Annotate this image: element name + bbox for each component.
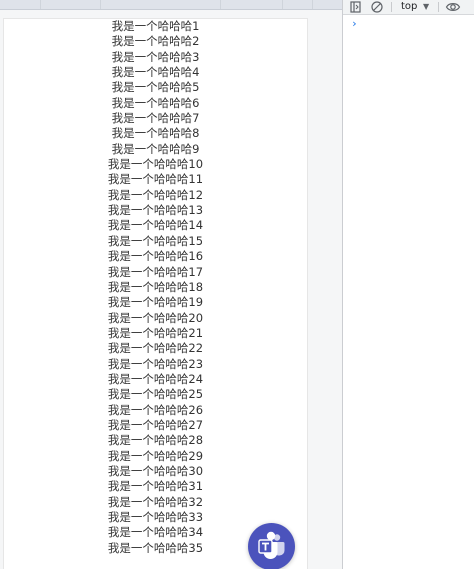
strip-segment	[220, 0, 283, 9]
list-item: 我是一个哈哈哈2	[111, 34, 200, 49]
list-item: 我是一个哈哈哈4	[111, 65, 200, 80]
devtools-panel: top ▼ ›	[343, 0, 474, 569]
list-item: 我是一个哈哈哈14	[107, 218, 204, 233]
list-item: 我是一个哈哈哈32	[107, 494, 204, 509]
list-item: 我是一个哈哈哈5	[111, 80, 200, 95]
list-item: 我是一个哈哈哈3	[111, 49, 200, 64]
context-selector[interactable]: top	[401, 0, 417, 14]
console-toolbar: top ▼	[343, 0, 474, 15]
strip-segment	[40, 0, 101, 9]
toolbar-separator	[391, 2, 392, 12]
list-item: 我是一个哈哈哈30	[107, 463, 204, 478]
console-prompt[interactable]: ›	[351, 17, 358, 30]
sidebar-toggle-icon[interactable]	[349, 0, 363, 14]
list-item: 我是一个哈哈哈13	[107, 203, 204, 218]
list-item: 我是一个哈哈哈6	[111, 95, 200, 110]
list-item: 我是一个哈哈哈17	[107, 264, 204, 279]
list-item: 我是一个哈哈哈9	[111, 141, 200, 156]
list-item: 我是一个哈哈哈24	[107, 371, 204, 386]
list-item: 我是一个哈哈哈20	[107, 310, 204, 325]
text-list[interactable]: 我是一个哈哈哈1 我是一个哈哈哈2 我是一个哈哈哈3 我是一个哈哈哈4 我是一个哈哈哈5…	[4, 19, 307, 556]
list-item: 我是一个哈哈哈12	[107, 187, 204, 202]
toolbar-separator	[438, 2, 439, 12]
list-item: 我是一个哈哈哈26	[107, 402, 204, 417]
teams-fab-button[interactable]	[248, 523, 295, 569]
list-item: 我是一个哈哈哈21	[107, 325, 204, 340]
list-item: 我是一个哈哈哈31	[107, 479, 204, 494]
clear-console-icon[interactable]	[370, 0, 384, 14]
list-item: 我是一个哈哈哈19	[107, 295, 204, 310]
viewport-top-strip	[0, 0, 342, 10]
list-item: 我是一个哈哈哈29	[107, 448, 204, 463]
eye-icon[interactable]	[445, 0, 461, 14]
list-item: 我是一个哈哈哈1	[111, 19, 200, 33]
mobile-page[interactable]: 我是一个哈哈哈1 我是一个哈哈哈2 我是一个哈哈哈3 我是一个哈哈哈4 我是一个哈哈哈5…	[3, 18, 308, 569]
strip-segment	[100, 0, 221, 9]
chevron-down-icon[interactable]: ▼	[423, 2, 429, 12]
strip-segment	[282, 0, 313, 9]
list-item: 我是一个哈哈哈7	[111, 111, 200, 126]
list-item: 我是一个哈哈哈15	[107, 233, 204, 248]
list-item: 我是一个哈哈哈25	[107, 387, 204, 402]
list-item: 我是一个哈哈哈27	[107, 417, 204, 432]
list-item: 我是一个哈哈哈22	[107, 341, 204, 356]
list-item: 我是一个哈哈哈10	[107, 157, 204, 172]
list-item: 我是一个哈哈哈16	[107, 249, 204, 264]
strip-segment	[0, 0, 41, 9]
teams-icon	[258, 531, 285, 559]
list-item: 我是一个哈哈哈11	[107, 172, 204, 187]
list-item: 我是一个哈哈哈8	[111, 126, 200, 141]
list-item: 我是一个哈哈哈18	[107, 279, 204, 294]
list-item: 我是一个哈哈哈28	[107, 433, 204, 448]
list-item: 我是一个哈哈哈23	[107, 356, 204, 371]
